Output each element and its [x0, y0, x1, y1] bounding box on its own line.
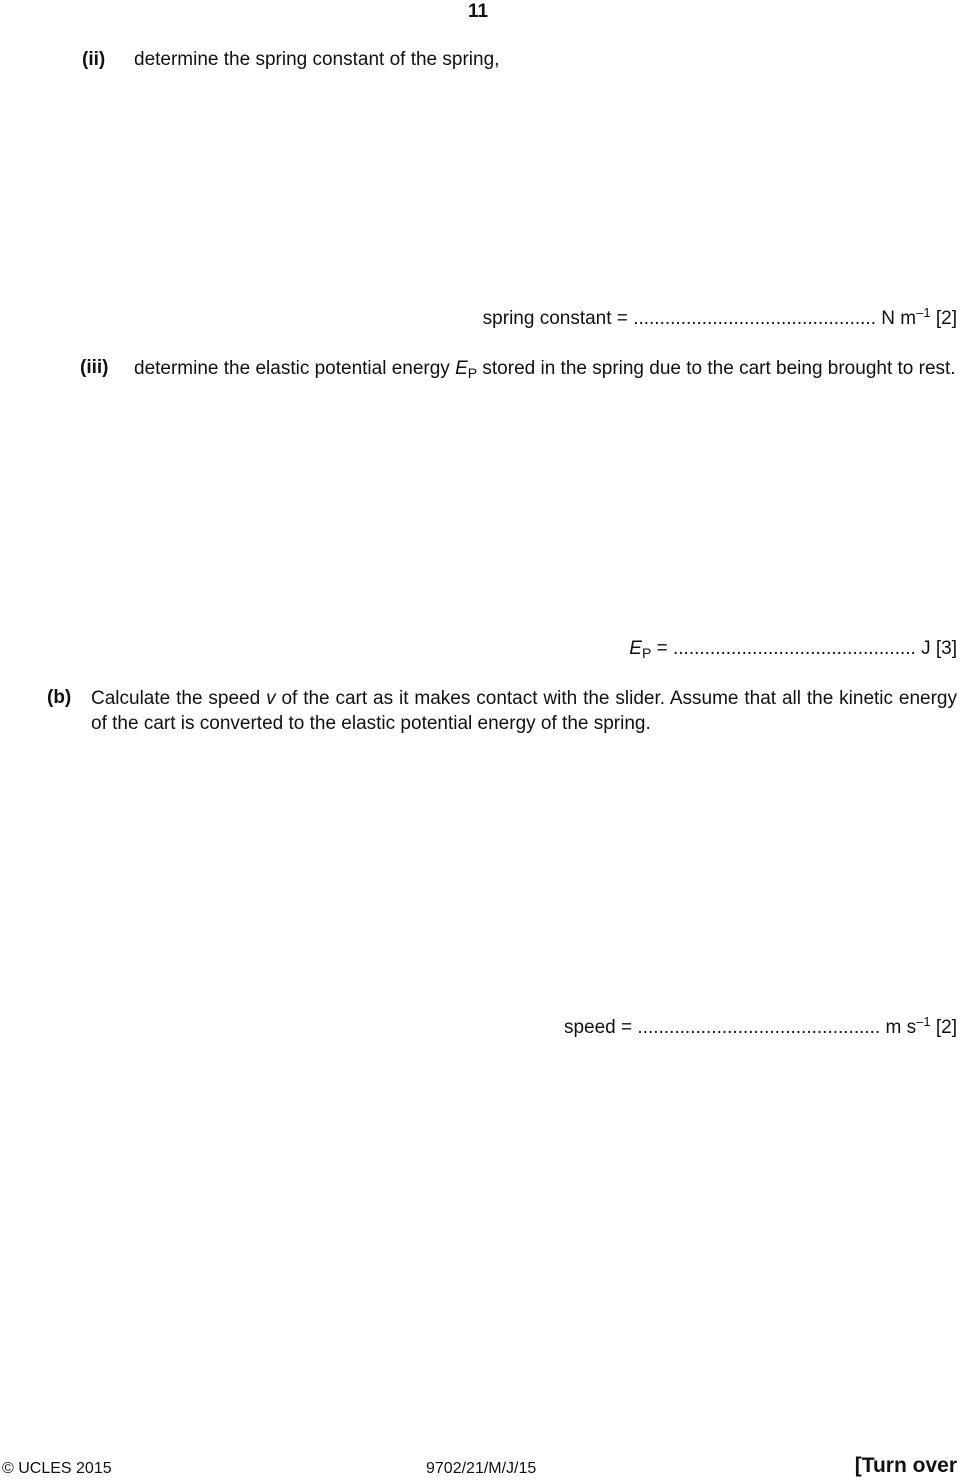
question-text-ii: determine the spring constant of the spr…: [134, 49, 500, 70]
marks: [2]: [935, 308, 957, 329]
question-text-b: Calculate the speed v of the cart as it …: [91, 688, 957, 734]
page-number: 11: [468, 1, 489, 22]
answer-dots[interactable]: ........................................…: [673, 638, 916, 659]
footer-copyright: © UCLES 2015: [2, 1460, 112, 1477]
question-label-b: (b): [47, 687, 72, 708]
unit-exponent: –1: [916, 305, 931, 320]
answer-prefix: spring constant =: [482, 308, 628, 329]
answer-prefix: speed =: [563, 1017, 633, 1038]
marks: [2]: [935, 1017, 957, 1038]
answer-dots[interactable]: ........................................…: [633, 308, 876, 329]
answer-unit: J: [921, 638, 931, 659]
answer-dots[interactable]: ........................................…: [637, 1017, 880, 1038]
answer-line-spring-constant: spring constant = ......................…: [482, 305, 957, 331]
answer-line-speed: speed = ................................…: [563, 1014, 957, 1040]
footer-turn-over: [Turn over: [854, 1454, 957, 1477]
question-text-iii: determine the elastic potential energy E…: [134, 358, 956, 381]
marks: [3]: [935, 638, 957, 659]
answer-unit: m s: [885, 1017, 917, 1038]
question-label-ii: (ii): [82, 49, 106, 70]
answer-unit: N m: [881, 308, 917, 329]
footer-paper-code: 9702/21/M/J/15: [426, 1460, 537, 1477]
unit-exponent: –1: [916, 1014, 931, 1029]
answer-line-ep: EP = ...................................…: [629, 638, 957, 661]
question-label-iii: (iii): [80, 357, 109, 378]
